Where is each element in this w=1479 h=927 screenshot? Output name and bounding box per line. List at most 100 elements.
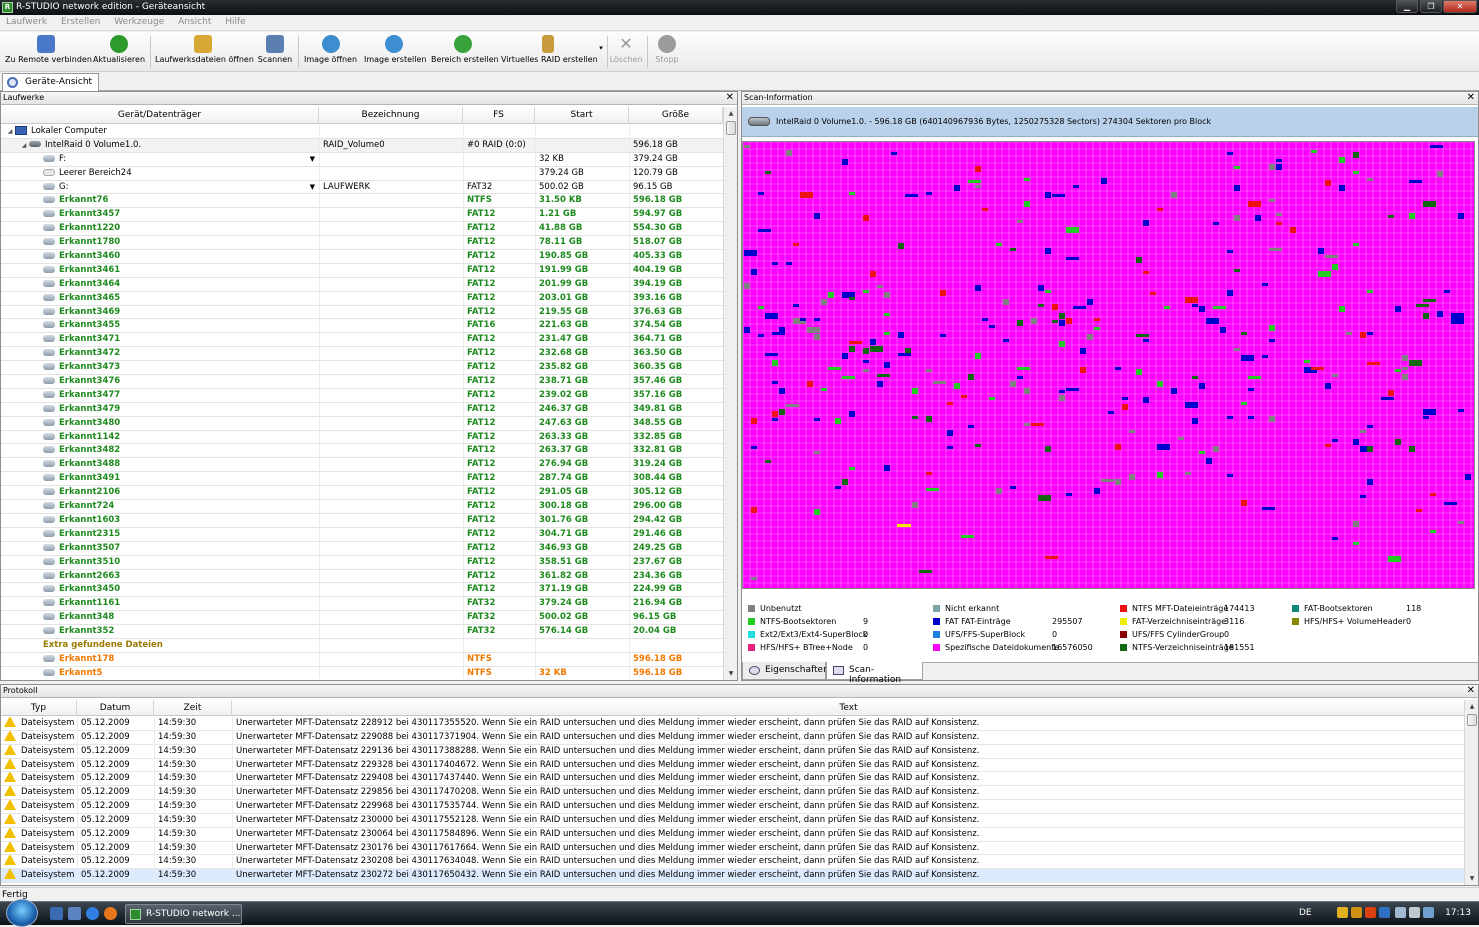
menu-erstellen[interactable]: Erstellen — [55, 15, 105, 27]
log-row[interactable]: Dateisystem 05.12.2009 14:59:30 Unerwartete… — [1, 869, 1466, 884]
col-date[interactable]: Datum — [77, 700, 154, 716]
create-region-button[interactable]: Bereich erstellen — [431, 35, 499, 71]
internet-explorer-icon[interactable] — [86, 907, 99, 920]
firefox-icon[interactable] — [104, 907, 117, 920]
chevron-down-icon[interactable]: ▼ — [310, 181, 315, 195]
drive-row[interactable]: Erkannt5 NTFS 32 KB 596.18 GB — [1, 666, 723, 678]
drive-row[interactable]: Erkannt178 NTFS 596.18 GB — [1, 652, 723, 667]
col-time[interactable]: Zeit — [154, 700, 232, 716]
minimize-button[interactable]: ▁ — [1396, 0, 1418, 13]
switch-windows-icon[interactable] — [68, 907, 81, 920]
drive-row[interactable]: Erkannt352 FAT32 576.14 GB 20.04 GB — [1, 625, 723, 639]
scan-button[interactable]: Scannen — [256, 35, 294, 71]
log-row[interactable]: Dateisystem 05.12.2009 14:59:30 Unerwartete… — [1, 772, 1466, 787]
log-row[interactable]: Dateisystem 05.12.2009 14:59:30 Unerwartete… — [1, 800, 1466, 814]
expand-toggle-icon[interactable]: ◢ — [19, 139, 29, 153]
drive-row[interactable]: Erkannt3472 FAT12 232.68 GB 363.50 GB — [1, 347, 723, 362]
close-icon[interactable]: ✕ — [726, 92, 734, 104]
tab-device-view[interactable]: Geräte-Ansicht — [2, 73, 100, 91]
drive-row[interactable]: F: ▼ 32 KB 379.24 GB — [1, 152, 723, 167]
drive-row[interactable]: Erkannt2315 FAT12 304.71 GB 291.46 GB — [1, 527, 723, 542]
tab-scan-information[interactable]: Scan-Information — [826, 662, 923, 685]
drive-row[interactable]: Erkannt3507 FAT12 346.93 GB 249.25 GB — [1, 541, 723, 556]
stop-button[interactable]: Stopp — [651, 35, 683, 71]
language-indicator[interactable]: DE — [1299, 908, 1312, 918]
delete-button[interactable]: ✕ Löschen — [609, 35, 643, 71]
col-label[interactable]: Bezeichnung — [319, 107, 463, 124]
drive-row[interactable]: Erkannt348 FAT32 500.02 GB 96.15 GB — [1, 611, 723, 626]
scroll-up-icon[interactable]: ▲ — [1465, 700, 1479, 713]
col-text[interactable]: Text — [232, 700, 1466, 716]
chevron-down-icon[interactable]: ▼ — [310, 153, 315, 167]
log-row[interactable]: Dateisystem 05.12.2009 14:59:30 Unerwartete… — [1, 717, 1466, 731]
log-row[interactable]: Dateisystem 05.12.2009 14:59:30 Unerwartete… — [1, 758, 1466, 773]
drive-row[interactable]: Erkannt3510 FAT12 358.51 GB 237.67 GB — [1, 555, 723, 570]
scroll-thumb[interactable] — [1467, 714, 1477, 726]
drive-row[interactable]: Erkannt3477 FAT12 239.02 GB 357.16 GB — [1, 388, 723, 403]
expand-toggle-icon[interactable]: ◢ — [5, 125, 15, 139]
log-row[interactable]: Dateisystem 05.12.2009 14:59:30 Unerwartete… — [1, 786, 1466, 801]
volume-icon[interactable] — [1409, 907, 1420, 918]
network-icon[interactable] — [1395, 907, 1406, 918]
col-device[interactable]: Gerät/Datenträger — [1, 107, 319, 124]
log-row[interactable]: Dateisystem 05.12.2009 14:59:30 Unerwartete… — [1, 841, 1466, 856]
menu-laufwerk[interactable]: Laufwerk — [0, 15, 52, 27]
drive-row[interactable]: Erkannt2106 FAT12 291.05 GB 305.12 GB — [1, 486, 723, 501]
open-drive-files-button[interactable]: Laufwerksdateien öffnen — [155, 35, 254, 71]
start-button[interactable] — [6, 899, 38, 927]
menu-hilfe[interactable]: Hilfe — [219, 15, 250, 27]
drive-row[interactable]: Erkannt76 NTFS 31.50 KB 596.18 GB — [1, 194, 723, 209]
virtual-raid-button[interactable]: Virtuelles RAID erstellen — [501, 35, 598, 71]
remote-connect-button[interactable]: Zu Remote verbinden — [5, 35, 92, 71]
scroll-up-icon[interactable]: ▲ — [724, 107, 738, 120]
close-icon[interactable]: ✕ — [1467, 92, 1475, 104]
menu-ansicht[interactable]: Ansicht — [172, 15, 216, 27]
tab-properties[interactable]: Eigenschaften — [742, 662, 829, 680]
show-desktop-icon[interactable] — [50, 907, 63, 920]
log-row[interactable]: Dateisystem 05.12.2009 14:59:30 Unerwartete… — [1, 813, 1466, 828]
drive-row[interactable]: Erkannt724 FAT12 300.18 GB 296.00 GB — [1, 500, 723, 514]
maximize-button[interactable]: ❐ — [1420, 0, 1442, 13]
drive-row[interactable]: Erkannt3465 FAT12 203.01 GB 393.16 GB — [1, 291, 723, 306]
drive-row[interactable]: Erkannt3457 FAT12 1.21 GB 594.97 GB — [1, 208, 723, 223]
taskbar-rstudio[interactable]: R-STUDIO network ... — [125, 904, 242, 924]
drive-row[interactable]: Erkannt3461 FAT12 191.99 GB 404.19 GB — [1, 263, 723, 278]
col-fs[interactable]: FS — [463, 107, 535, 124]
drive-row[interactable]: Erkannt3482 FAT12 263.37 GB 332.81 GB — [1, 444, 723, 459]
drive-row[interactable]: Erkannt3480 FAT12 247.63 GB 348.55 GB — [1, 416, 723, 431]
create-image-button[interactable]: Image erstellen — [364, 35, 426, 71]
drive-row[interactable]: Erkannt1603 FAT12 301.76 GB 294.42 GB — [1, 513, 723, 528]
drive-row[interactable]: Erkannt1142 FAT12 263.33 GB 332.85 GB — [1, 430, 723, 445]
log-scrollbar[interactable]: ▲ ▼ — [1464, 700, 1478, 885]
scroll-down-icon[interactable]: ▼ — [724, 667, 738, 680]
drive-row[interactable]: Erkannt3488 FAT12 276.94 GB 319.24 GB — [1, 458, 723, 473]
drive-row[interactable]: Erkannt3473 FAT12 235.82 GB 360.35 GB — [1, 361, 723, 376]
drive-row[interactable]: Erkannt3469 FAT12 219.55 GB 376.63 GB — [1, 305, 723, 320]
log-row[interactable]: Dateisystem 05.12.2009 14:59:30 Unerwartete… — [1, 744, 1466, 759]
drive-row[interactable]: Erkannt3464 FAT12 201.99 GB 394.19 GB — [1, 277, 723, 292]
drive-row[interactable]: Erkannt3460 FAT12 190.85 GB 405.33 GB — [1, 250, 723, 264]
log-row[interactable]: Dateisystem 05.12.2009 14:59:30 Unerwartete… — [1, 855, 1466, 870]
drive-row[interactable]: Erkannt3479 FAT12 246.37 GB 349.81 GB — [1, 402, 723, 417]
usb-icon[interactable] — [1423, 907, 1434, 918]
drive-row[interactable]: Erkannt3455 FAT16 221.63 GB 374.54 GB — [1, 319, 723, 334]
scroll-down-icon[interactable]: ▼ — [1465, 872, 1479, 885]
antivirus-icon[interactable] — [1365, 907, 1376, 918]
drives-scrollbar[interactable]: ▲ ▼ — [723, 107, 737, 680]
col-size[interactable]: Größe — [629, 107, 723, 124]
drive-row[interactable]: Erkannt3476 FAT12 238.71 GB 357.46 GB — [1, 375, 723, 389]
log-row[interactable]: Dateisystem 05.12.2009 14:59:30 Unerwartete… — [1, 827, 1466, 842]
log-row[interactable]: Dateisystem 05.12.2009 14:59:30 Unerwartete… — [1, 730, 1466, 745]
close-button[interactable]: ✕ — [1443, 0, 1477, 13]
drive-row[interactable]: ◢ Lokaler Computer — [1, 125, 723, 139]
drive-row[interactable]: Extra gefundene Dateien — [1, 638, 723, 653]
clock[interactable]: 17:13 — [1445, 908, 1471, 918]
scroll-thumb[interactable] — [726, 121, 736, 135]
drive-row[interactable]: ◢ IntelRaid 0 Volume1.0. RAID_Volume0 #0 RA… — [1, 138, 723, 153]
drive-row[interactable]: Erkannt2663 FAT12 361.82 GB 234.36 GB — [1, 569, 723, 584]
drive-row[interactable]: Erkannt1780 FAT12 78.11 GB 518.07 GB — [1, 236, 723, 251]
drive-row[interactable]: Leerer Bereich24 379.24 GB 120.79 GB — [1, 166, 723, 181]
drive-row[interactable]: Erkannt1220 FAT12 41.88 GB 554.30 GB — [1, 222, 723, 237]
open-image-button[interactable]: Image öffnen — [303, 35, 358, 71]
col-start[interactable]: Start — [535, 107, 629, 124]
